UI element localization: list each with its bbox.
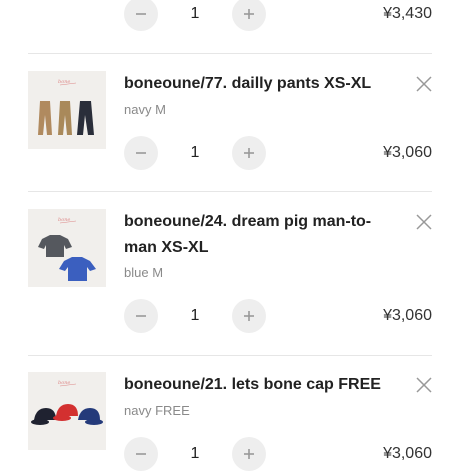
minus-icon bbox=[136, 453, 146, 455]
decrease-quantity-button[interactable] bbox=[124, 0, 158, 31]
increase-quantity-button[interactable] bbox=[232, 437, 266, 471]
divider bbox=[28, 355, 432, 356]
increase-quantity-button[interactable] bbox=[232, 299, 266, 333]
cap-product-image[interactable]: bone bbox=[28, 372, 106, 450]
close-icon bbox=[416, 377, 432, 393]
item-price: ¥3,060 bbox=[383, 445, 432, 462]
product-title[interactable]: boneoune/24. dream pig man-to-man XS-XL bbox=[124, 209, 396, 261]
pants-product-image[interactable]: bone bbox=[28, 71, 106, 149]
quantity-stepper: 1 ¥3,430 bbox=[124, 0, 432, 31]
quantity-value[interactable]: 1 bbox=[178, 437, 212, 471]
plus-icon bbox=[244, 9, 254, 19]
divider bbox=[28, 53, 432, 54]
remove-item-button[interactable] bbox=[414, 212, 434, 232]
minus-icon bbox=[136, 13, 146, 15]
quantity-stepper: 1 ¥3,060 bbox=[124, 299, 432, 333]
quantity-stepper: 1 ¥3,060 bbox=[124, 136, 432, 170]
item-price: ¥3,060 bbox=[383, 307, 432, 324]
product-title[interactable]: boneoune/21. lets bone cap FREE bbox=[124, 372, 396, 398]
product-variant: blue M bbox=[124, 265, 164, 280]
plus-icon bbox=[244, 449, 254, 459]
minus-icon bbox=[136, 315, 146, 317]
product-title[interactable]: boneoune/77. dailly pants XS-XL bbox=[124, 71, 396, 97]
minus-icon bbox=[136, 152, 146, 154]
quantity-value[interactable]: 1 bbox=[178, 0, 212, 31]
product-variant: navy FREE bbox=[124, 403, 190, 418]
increase-quantity-button[interactable] bbox=[232, 0, 266, 31]
item-price: ¥3,430 bbox=[383, 5, 432, 22]
increase-quantity-button[interactable] bbox=[232, 136, 266, 170]
cart-list: 1 ¥3,430 bone boneoune/77. dailly pants … bbox=[0, 0, 460, 471]
decrease-quantity-button[interactable] bbox=[124, 299, 158, 333]
remove-item-button[interactable] bbox=[414, 375, 434, 395]
decrease-quantity-button[interactable] bbox=[124, 136, 158, 170]
plus-icon bbox=[244, 311, 254, 321]
quantity-value[interactable]: 1 bbox=[178, 136, 212, 170]
close-icon bbox=[416, 76, 432, 92]
close-icon bbox=[416, 214, 432, 230]
quantity-stepper: 1 ¥3,060 bbox=[124, 437, 432, 471]
quantity-value[interactable]: 1 bbox=[178, 299, 212, 333]
remove-item-button[interactable] bbox=[414, 74, 434, 94]
divider bbox=[28, 191, 432, 192]
decrease-quantity-button[interactable] bbox=[124, 437, 158, 471]
product-variant: navy M bbox=[124, 102, 166, 117]
item-price: ¥3,060 bbox=[383, 144, 432, 161]
plus-icon bbox=[244, 148, 254, 158]
sweatshirt-product-image[interactable]: bone bbox=[28, 209, 106, 287]
